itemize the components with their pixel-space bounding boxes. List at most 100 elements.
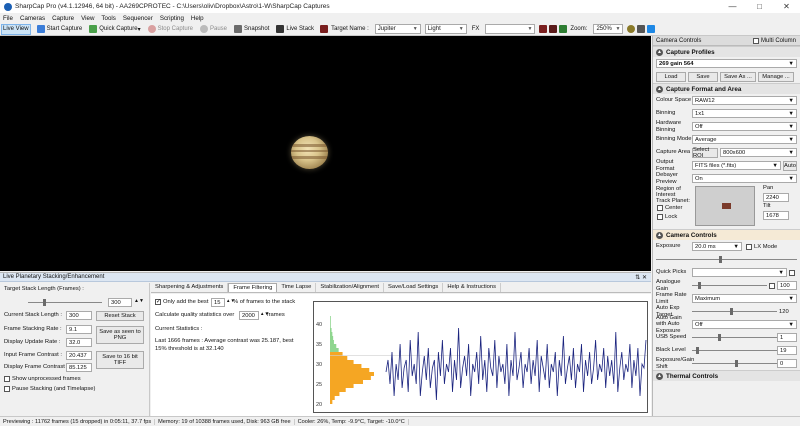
- capture-format-section[interactable]: ▲ Capture Format and Area: [653, 83, 800, 94]
- menu-tools[interactable]: Tools: [101, 15, 115, 22]
- lock-checkbox[interactable]: [657, 214, 663, 220]
- exposure-slider[interactable]: [656, 255, 797, 264]
- brush-icon[interactable]: [647, 25, 656, 33]
- reticle-icon[interactable]: [320, 25, 329, 33]
- minimize-icon[interactable]: —: [719, 0, 746, 13]
- spinner-icon[interactable]: ▲▼: [134, 298, 144, 304]
- only-add-best-option[interactable]: Only add the best: [155, 298, 208, 305]
- usb-speed-slider[interactable]: [692, 333, 777, 342]
- hardware-binning-select[interactable]: Off ▼: [692, 122, 797, 131]
- tab-time-lapse[interactable]: Time Lapse: [277, 283, 317, 292]
- black-level-input[interactable]: 19: [777, 346, 797, 355]
- lx-mode-checkbox[interactable]: [746, 243, 752, 250]
- menu-help[interactable]: Help: [191, 15, 204, 22]
- tab-stabilization[interactable]: Stabilization/Alignment: [316, 283, 385, 292]
- collapse-icon[interactable]: ▲: [656, 48, 663, 56]
- fx-combo[interactable]: ▼: [485, 24, 536, 34]
- zoom-combo[interactable]: 250% ▼: [593, 24, 624, 34]
- camera-controls-section[interactable]: ▲ Camera Controls: [653, 229, 800, 240]
- auto-exp-target-slider[interactable]: [692, 307, 777, 316]
- exposure-gain-shift-input[interactable]: 0: [777, 359, 797, 368]
- tab-help[interactable]: Help & Instructions: [443, 283, 501, 292]
- menu-file[interactable]: File: [3, 15, 13, 22]
- exposure-gain-shift-slider[interactable]: [692, 359, 777, 368]
- quick-capture-button[interactable]: Quick Capture ▾: [88, 24, 141, 35]
- binning-select[interactable]: 1x1 ▼: [692, 109, 797, 118]
- target-stack-length-input[interactable]: 300: [108, 298, 132, 307]
- target-stack-length-slider[interactable]: [28, 298, 102, 307]
- exposure-select[interactable]: 20.0 ms ▼: [692, 242, 742, 251]
- menu-capture[interactable]: Capture: [52, 15, 74, 22]
- save-tiff-button[interactable]: Save to 16 bit TIFF: [96, 351, 144, 369]
- quick-picks-auto-checkbox[interactable]: [789, 269, 795, 276]
- gain-auto-checkbox[interactable]: [769, 282, 775, 289]
- tab-sharpening[interactable]: Sharpening & Adjustments: [151, 283, 229, 292]
- pause-stacking-checkbox[interactable]: [4, 386, 10, 392]
- colour-space-select[interactable]: RAW12 ▼: [692, 96, 797, 105]
- tab-save-load-settings[interactable]: Save/Load Settings: [384, 283, 444, 292]
- live-view-button[interactable]: Live View: [1, 23, 31, 35]
- frame-rate-select[interactable]: Maximum ▼: [692, 294, 797, 303]
- roi-marker[interactable]: [722, 203, 731, 209]
- maximize-icon[interactable]: □: [746, 0, 773, 13]
- live-stack-button[interactable]: Live Stack: [275, 24, 315, 35]
- panel-close-icon[interactable]: ⇅ ✕: [635, 274, 647, 281]
- manage-profiles-button[interactable]: Manage ...: [758, 71, 794, 82]
- auto-gain-select[interactable]: Off ▼: [692, 320, 797, 329]
- save-png-button[interactable]: Save as seen to PNG: [96, 326, 144, 344]
- target-type-combo[interactable]: Light ▼: [424, 24, 467, 34]
- reset-stack-button[interactable]: Reset Stack: [96, 311, 144, 321]
- tools-icon[interactable]: [637, 25, 646, 33]
- stop-capture-button[interactable]: Stop Capture: [147, 24, 194, 35]
- menu-scripting[interactable]: Scripting: [160, 15, 184, 22]
- collapse-icon[interactable]: ▲: [656, 231, 663, 239]
- binning-mode-select[interactable]: Average ▼: [692, 135, 797, 144]
- histogram-icon[interactable]: [559, 25, 568, 33]
- overlay-icon[interactable]: [539, 25, 548, 33]
- lock-option[interactable]: Lock: [657, 214, 677, 220]
- snapshot-button[interactable]: Snapshot: [233, 24, 270, 35]
- camera-viewport[interactable]: [0, 36, 651, 271]
- only-add-best-checkbox[interactable]: [155, 298, 161, 305]
- pause-button[interactable]: Pause: [199, 24, 228, 35]
- reticle-toggle-icon[interactable]: [549, 25, 558, 33]
- tab-frame-filtering[interactable]: Frame Filtering: [228, 283, 278, 292]
- capture-area-select[interactable]: 800x600 ▼: [720, 148, 797, 157]
- tilt-input[interactable]: 1678: [763, 211, 789, 220]
- black-level-slider[interactable]: [692, 346, 777, 355]
- analogue-gain-slider[interactable]: [692, 281, 767, 290]
- show-unprocessed-option[interactable]: Show unprocessed frames: [4, 376, 81, 382]
- focus-icon[interactable]: [627, 25, 636, 33]
- multi-column-checkbox[interactable]: [752, 37, 759, 44]
- load-profile-button[interactable]: Load: [656, 71, 686, 82]
- usb-speed-input[interactable]: 1: [777, 333, 797, 342]
- thermal-controls-section[interactable]: ▲ Thermal Controls: [653, 370, 800, 381]
- show-unprocessed-checkbox[interactable]: [4, 376, 10, 382]
- output-format-select[interactable]: FITS files (*.fits) ▼: [692, 161, 781, 170]
- multi-column-toggle[interactable]: Multi Column: [752, 37, 796, 44]
- target-name-combo[interactable]: Jupiter ▼: [374, 24, 421, 34]
- collapse-icon[interactable]: ▲: [656, 85, 663, 93]
- analogue-gain-input[interactable]: 100: [777, 281, 797, 290]
- profile-select[interactable]: 269 gain 564 ▼: [656, 59, 797, 68]
- center-checkbox[interactable]: [657, 205, 663, 211]
- quick-picks-select[interactable]: ▼: [692, 268, 787, 277]
- start-capture-button[interactable]: Start Capture: [36, 24, 84, 35]
- pan-input[interactable]: 2240: [763, 193, 789, 202]
- menu-view[interactable]: View: [81, 15, 94, 22]
- menu-cameras[interactable]: Cameras: [20, 15, 45, 22]
- debayer-select[interactable]: On ▼: [692, 174, 797, 183]
- best-percent-input[interactable]: 15: [211, 298, 225, 307]
- capture-profiles-section[interactable]: ▲ Capture Profiles: [653, 46, 800, 57]
- pause-stacking-option[interactable]: Pause Stacking (and Timelapse): [4, 386, 95, 392]
- calc-stats-input[interactable]: 2000: [239, 311, 259, 320]
- save-as-profile-button[interactable]: Save As ...: [720, 71, 756, 82]
- close-icon[interactable]: ✕: [773, 0, 800, 13]
- roi-preview[interactable]: [695, 186, 755, 226]
- select-roi-button[interactable]: Select ROI: [692, 147, 718, 159]
- collapse-icon[interactable]: ▲: [656, 372, 663, 380]
- auto-button[interactable]: Auto: [783, 160, 797, 171]
- save-profile-button[interactable]: Save: [688, 71, 718, 82]
- center-option[interactable]: Center: [657, 205, 682, 211]
- menu-sequencer[interactable]: Sequencer: [123, 15, 153, 22]
